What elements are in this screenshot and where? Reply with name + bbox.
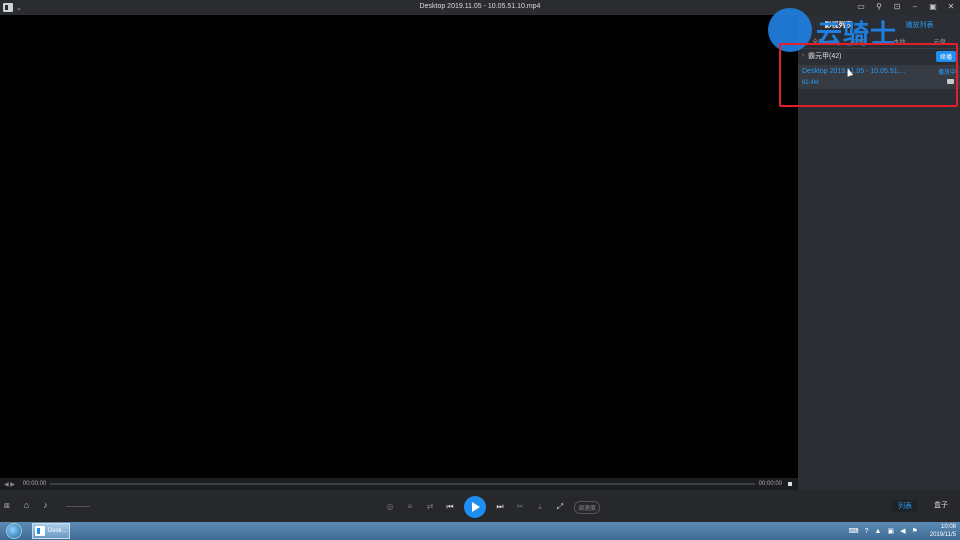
playlist-mode-icon[interactable]: ≡ bbox=[404, 501, 416, 513]
control-bar: ⧈ ⌂ ♪ ◎ ≡ ⇄ ⏮ ⏭ ✂ ⤓ ⤢ 调速度 列表 盒子 bbox=[0, 490, 960, 522]
total-time: 00:00:00 bbox=[758, 481, 782, 487]
screenshot-icon[interactable]: ◎ bbox=[384, 501, 396, 513]
mute-icon[interactable]: ♪ bbox=[43, 500, 48, 511]
box-button[interactable]: 盒子 bbox=[934, 500, 948, 512]
flag-icon[interactable]: ⚑ bbox=[911, 527, 917, 535]
network-icon[interactable]: ▣ bbox=[887, 527, 894, 535]
volume-slider[interactable] bbox=[66, 506, 90, 507]
left-controls: ⧈ ⌂ ♪ bbox=[4, 500, 48, 511]
play-button[interactable] bbox=[464, 496, 486, 518]
list-button[interactable]: 列表 bbox=[892, 500, 918, 512]
video-canvas[interactable] bbox=[0, 15, 798, 478]
clock-date: 2019/11/5 bbox=[929, 532, 956, 538]
menu-caret-icon[interactable]: ⌄ bbox=[16, 4, 22, 12]
right-controls: 列表 盒子 bbox=[892, 500, 948, 512]
taskbar-app-label: Desk... bbox=[48, 528, 67, 534]
fullscreen-icon[interactable]: ⤢ bbox=[554, 501, 566, 513]
app-logo-icon[interactable] bbox=[3, 3, 13, 12]
os-taskbar: Desk... ⌨ ? ▲ ▣ ◀ ⚑ 10:08 2019/11/5 bbox=[0, 522, 960, 540]
download-icon[interactable]: ⤓ bbox=[534, 501, 546, 513]
player-app-icon bbox=[35, 526, 45, 536]
center-controls: ◎ ≡ ⇄ ⏮ ⏭ ✂ ⤓ ⤢ 调速度 bbox=[384, 496, 601, 518]
keyboard-icon[interactable]: ⌨ bbox=[849, 527, 859, 535]
taskbar-app-button[interactable]: Desk... bbox=[32, 523, 70, 539]
system-tray: ⌨ ? ▲ ▣ ◀ ⚑ 10:08 2019/11/5 bbox=[849, 523, 957, 539]
clock-time: 10:08 bbox=[940, 524, 956, 530]
toolbox-icon[interactable]: ⧈ bbox=[4, 500, 10, 511]
progress-bar: ◀ ▶ 00:00:00 00:00:00 bbox=[0, 478, 798, 490]
start-button[interactable] bbox=[6, 523, 22, 539]
stop-icon[interactable] bbox=[788, 482, 792, 486]
clock[interactable]: 10:08 2019/11/5 bbox=[930, 523, 956, 539]
current-time: 00:00:00 bbox=[22, 481, 47, 487]
next-icon[interactable]: ⏭ bbox=[494, 501, 506, 513]
speed-button[interactable]: 调速度 bbox=[574, 500, 601, 514]
seek-arrows-icon[interactable]: ◀ ▶ bbox=[4, 481, 15, 488]
folder-open-icon[interactable]: ⌂ bbox=[24, 500, 29, 511]
speaker-icon[interactable]: ◀ bbox=[900, 527, 905, 535]
seek-track[interactable] bbox=[50, 483, 755, 485]
cut-icon[interactable]: ✂ bbox=[514, 501, 526, 513]
expand-tray-icon[interactable]: ▲ bbox=[875, 528, 882, 535]
close-button[interactable]: ✕ bbox=[946, 2, 956, 12]
highlight-box bbox=[779, 43, 958, 107]
previous-icon[interactable]: ⏮ bbox=[444, 501, 456, 513]
help-icon[interactable]: ? bbox=[865, 528, 869, 535]
shuffle-icon[interactable]: ⇄ bbox=[424, 501, 436, 513]
